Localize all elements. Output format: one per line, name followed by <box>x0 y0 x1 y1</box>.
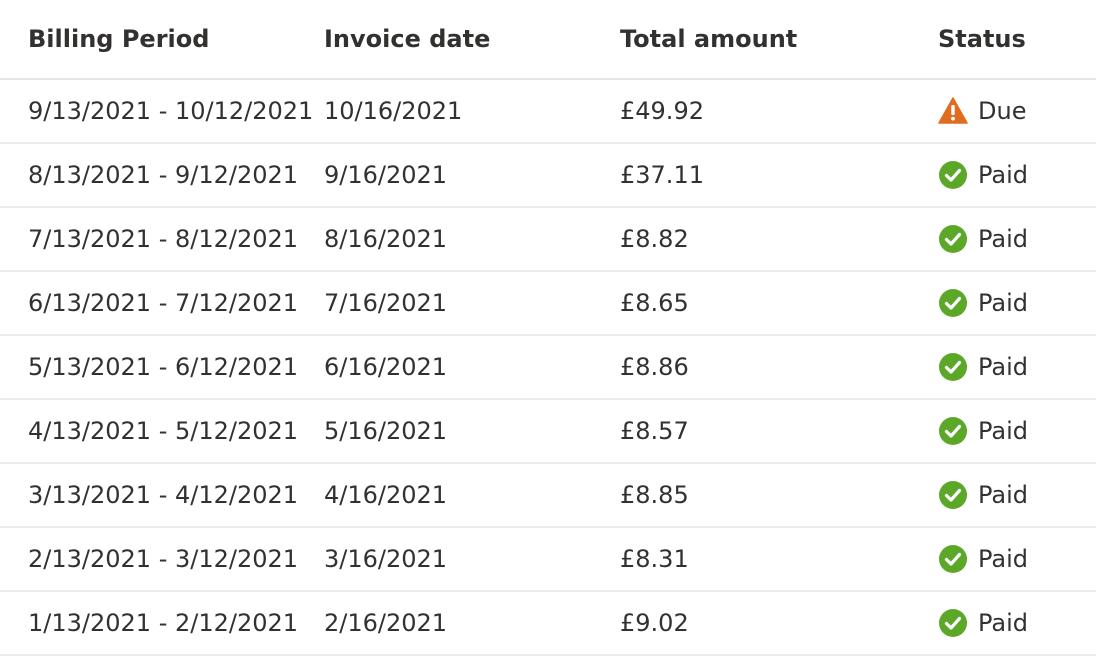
table-row[interactable]: 7/13/2021 - 8/12/2021 8/16/2021 £8.82 Paid <box>0 208 1096 272</box>
status-label: Paid <box>978 609 1029 637</box>
check-circle-icon <box>938 608 968 638</box>
check-circle-icon <box>938 416 968 446</box>
invoice-date-cell: 3/16/2021 <box>324 545 448 573</box>
total-amount-cell: £37.11 <box>620 161 704 189</box>
billing-period-cell: 6/13/2021 - 7/12/2021 <box>28 289 299 317</box>
check-circle-icon <box>938 160 968 190</box>
check-circle-icon <box>938 352 968 382</box>
status-cell: Due <box>938 96 1026 126</box>
billing-period-cell: 5/13/2021 - 6/12/2021 <box>28 353 299 381</box>
status-cell: Paid <box>938 352 1028 382</box>
status-cell: Paid <box>938 608 1028 638</box>
status-cell: Paid <box>938 288 1028 318</box>
status-label: Paid <box>978 289 1029 317</box>
billing-period-cell: 7/13/2021 - 8/12/2021 <box>28 225 299 253</box>
status-label: Paid <box>978 161 1029 189</box>
invoice-date-cell: 9/16/2021 <box>324 161 448 189</box>
invoice-date-cell: 2/16/2021 <box>324 609 448 637</box>
table-row[interactable]: 1/13/2021 - 2/12/2021 2/16/2021 £9.02 Paid <box>0 592 1096 656</box>
status-label: Due <box>978 97 1027 125</box>
total-amount-cell: £8.85 <box>620 481 689 509</box>
status-label: Paid <box>978 417 1029 445</box>
header-total-amount[interactable]: Total amount <box>620 25 797 53</box>
status-label: Paid <box>978 545 1029 573</box>
table-header: Billing Period Invoice date Total amount… <box>0 0 1096 80</box>
status-cell: Paid <box>938 160 1028 190</box>
invoice-date-cell: 8/16/2021 <box>324 225 448 253</box>
total-amount-cell: £49.92 <box>620 97 704 125</box>
table-body: 9/13/2021 - 10/12/2021 10/16/2021 £49.92 Du… <box>0 80 1096 656</box>
table-row[interactable]: 2/13/2021 - 3/12/2021 3/16/2021 £8.31 Paid <box>0 528 1096 592</box>
invoice-date-cell: 5/16/2021 <box>324 417 448 445</box>
status-cell: Paid <box>938 224 1028 254</box>
header-billing-period[interactable]: Billing Period <box>28 25 209 53</box>
total-amount-cell: £8.31 <box>620 545 689 573</box>
billing-period-cell: 4/13/2021 - 5/12/2021 <box>28 417 299 445</box>
invoice-date-cell: 6/16/2021 <box>324 353 448 381</box>
billing-period-cell: 1/13/2021 - 2/12/2021 <box>28 609 299 637</box>
header-invoice-date[interactable]: Invoice date <box>324 25 490 53</box>
invoice-date-cell: 7/16/2021 <box>324 289 448 317</box>
status-label: Paid <box>978 225 1029 253</box>
billing-period-cell: 9/13/2021 - 10/12/2021 <box>28 97 314 125</box>
table-row[interactable]: 3/13/2021 - 4/12/2021 4/16/2021 £8.85 Paid <box>0 464 1096 528</box>
status-label: Paid <box>978 481 1029 509</box>
total-amount-cell: £8.82 <box>620 225 689 253</box>
invoice-date-cell: 10/16/2021 <box>324 97 463 125</box>
check-circle-icon <box>938 288 968 318</box>
check-circle-icon <box>938 224 968 254</box>
status-cell: Paid <box>938 416 1028 446</box>
billing-period-cell: 8/13/2021 - 9/12/2021 <box>28 161 299 189</box>
invoice-table: Billing Period Invoice date Total amount… <box>0 0 1096 656</box>
total-amount-cell: £8.65 <box>620 289 689 317</box>
total-amount-cell: £8.57 <box>620 417 689 445</box>
total-amount-cell: £8.86 <box>620 353 689 381</box>
table-row[interactable]: 9/13/2021 - 10/12/2021 10/16/2021 £49.92 Du… <box>0 80 1096 144</box>
billing-period-cell: 2/13/2021 - 3/12/2021 <box>28 545 299 573</box>
table-row[interactable]: 5/13/2021 - 6/12/2021 6/16/2021 £8.86 Paid <box>0 336 1096 400</box>
header-status[interactable]: Status <box>938 25 1026 53</box>
table-row[interactable]: 8/13/2021 - 9/12/2021 9/16/2021 £37.11 Paid <box>0 144 1096 208</box>
table-row[interactable]: 6/13/2021 - 7/12/2021 7/16/2021 £8.65 Paid <box>0 272 1096 336</box>
status-cell: Paid <box>938 544 1028 574</box>
table-row[interactable]: 4/13/2021 - 5/12/2021 5/16/2021 £8.57 Paid <box>0 400 1096 464</box>
billing-period-cell: 3/13/2021 - 4/12/2021 <box>28 481 299 509</box>
status-label: Paid <box>978 353 1029 381</box>
warning-icon <box>938 96 968 126</box>
total-amount-cell: £9.02 <box>620 609 689 637</box>
status-cell: Paid <box>938 480 1028 510</box>
invoice-date-cell: 4/16/2021 <box>324 481 448 509</box>
check-circle-icon <box>938 544 968 574</box>
check-circle-icon <box>938 480 968 510</box>
